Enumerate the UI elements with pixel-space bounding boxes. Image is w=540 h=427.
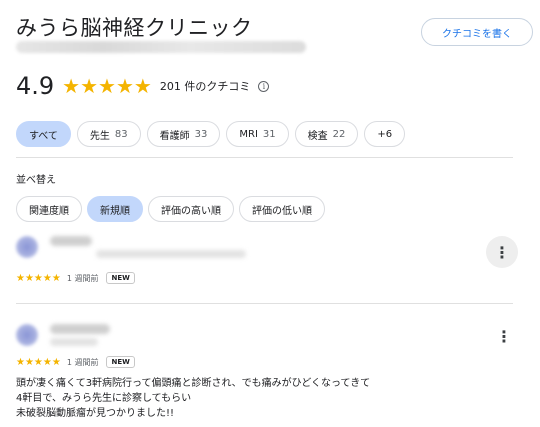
review-count: 201 件のクチコミ	[159, 80, 251, 93]
review-stars: ★★★★★	[16, 356, 61, 368]
chip-label: 先生	[89, 130, 110, 142]
filter-chip-exam[interactable]: 検査 22	[294, 121, 359, 147]
review-meta: ★★★★★ 1 週間前 NEW	[16, 356, 135, 368]
star-icon: ★	[115, 74, 134, 98]
star-icon: ★	[80, 74, 99, 98]
chip-label: 検査	[307, 130, 328, 142]
reviewer-name-redacted[interactable]	[50, 324, 110, 334]
rating-score: 4.9	[16, 72, 55, 100]
review-text-line: 4軒目で、みうら先生に診察してもらい	[16, 393, 192, 404]
chip-label: +6	[377, 128, 393, 140]
info-icon[interactable]: i	[258, 80, 270, 92]
sort-row: 関連度順 新規順 評価の高い順 評価の低い順	[16, 196, 325, 222]
review-more-button[interactable]: ⋮	[488, 320, 520, 352]
review-item: ⋮ ★★★★★ 1 週間前 NEW 頭が凄く痛くて3軒病院行って偏頭痛と診断され…	[16, 316, 526, 426]
review-time: 1 週間前	[66, 273, 99, 283]
star-icon: ★	[62, 74, 81, 98]
review-time: 1 週間前	[66, 357, 99, 367]
more-vert-icon: ⋮	[496, 326, 512, 346]
review-stars: ★★★★★	[16, 272, 61, 284]
review-text-line: 頭が凄く痛くて3軒病院行って偏頭痛と診断され、でも痛みがひどくなってきて	[16, 378, 371, 389]
rating-summary: 4.9 ★ ★ ★ ★ ★ 201 件のクチコミ i	[16, 72, 270, 100]
more-vert-icon: ⋮	[494, 242, 510, 262]
review-meta: ★★★★★ 1 週間前 NEW	[16, 272, 135, 284]
divider	[16, 303, 513, 304]
chip-label: すべて	[29, 130, 58, 142]
sort-highest-chip[interactable]: 評価の高い順	[148, 196, 234, 222]
address-redacted	[16, 41, 306, 53]
clinic-title: みうら脳神経クリニック	[16, 16, 253, 40]
reviewer-meta-redacted	[50, 338, 98, 346]
sort-relevance-chip[interactable]: 関連度順	[16, 196, 82, 222]
reviewer-meta-redacted	[96, 250, 246, 258]
chip-count: 33	[194, 128, 208, 140]
write-review-button[interactable]: クチコミを書く	[421, 18, 533, 46]
avatar[interactable]	[16, 324, 38, 346]
chip-count: 31	[262, 128, 276, 140]
new-badge: NEW	[106, 272, 135, 284]
review-more-button[interactable]: ⋮	[486, 236, 518, 268]
new-badge: NEW	[106, 356, 135, 368]
sort-lowest-chip[interactable]: 評価の低い順	[239, 196, 325, 222]
review-text: 頭が凄く痛くて3軒病院行って偏頭痛と診断され、でも痛みがひどくなってきて 4軒目…	[16, 376, 496, 421]
topic-filter-row: すべて 先生 83 看護師 33 MRI 31 検査 22 +6	[16, 121, 406, 147]
divider	[16, 157, 513, 158]
filter-chip-more[interactable]: +6	[364, 121, 406, 147]
filter-chip-mri[interactable]: MRI 31	[226, 121, 289, 147]
review-text-line: 未破裂脳動脈瘤が見つかりました!!	[16, 408, 175, 419]
sort-label: 並べ替え	[16, 175, 56, 186]
filter-chip-doctor[interactable]: 先生 83	[76, 121, 141, 147]
chip-count: 83	[114, 128, 128, 140]
rating-stars: ★ ★ ★ ★ ★	[62, 76, 152, 96]
sort-newest-chip[interactable]: 新規順	[87, 196, 143, 222]
chip-label: MRI	[239, 128, 258, 140]
star-icon: ★	[98, 74, 116, 98]
filter-chip-nurse[interactable]: 看護師 33	[146, 121, 221, 147]
avatar[interactable]	[16, 236, 38, 258]
filter-chip-all[interactable]: すべて	[16, 121, 71, 147]
chip-count: 22	[332, 128, 346, 140]
chip-label: 看護師	[159, 130, 190, 142]
review-item: ⋮ ★★★★★ 1 週間前 NEW	[16, 228, 526, 298]
star-icon: ★	[133, 74, 152, 98]
reviewer-name-redacted[interactable]	[50, 236, 92, 246]
